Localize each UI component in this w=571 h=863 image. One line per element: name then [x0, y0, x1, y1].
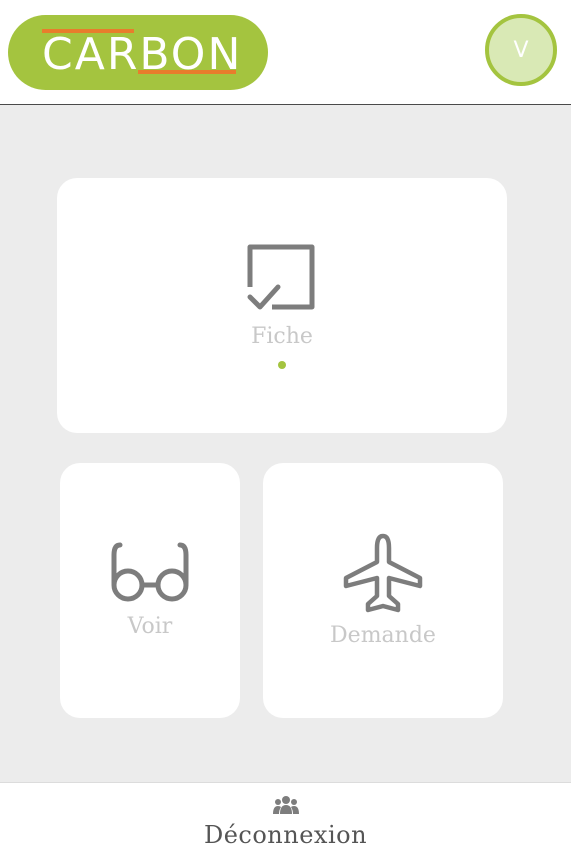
logo-text: CARBON [42, 29, 243, 80]
menu-card-label: Demande [330, 622, 436, 648]
carbon-logo[interactable]: CARBON [8, 15, 268, 90]
airplane-icon [343, 533, 423, 612]
menu-card-voir[interactable]: Voir [60, 463, 240, 718]
menu-card-label: Voir [127, 613, 173, 639]
user-avatar[interactable]: V [485, 14, 557, 86]
menu-card-fiche[interactable]: Fiche [57, 178, 507, 433]
logout-label: Déconnexion [203, 821, 368, 849]
logout-button[interactable]: Déconnexion [0, 782, 571, 863]
active-indicator-dot [278, 360, 286, 369]
menu-card-label: Fiche [251, 323, 313, 349]
app-header: CARBON V [0, 0, 571, 105]
checkbox-icon [247, 244, 315, 309]
menu-card-demande[interactable]: Demande [263, 463, 503, 718]
glasses-icon [111, 542, 189, 601]
users-icon [272, 796, 299, 814]
avatar-initial: V [513, 37, 529, 63]
